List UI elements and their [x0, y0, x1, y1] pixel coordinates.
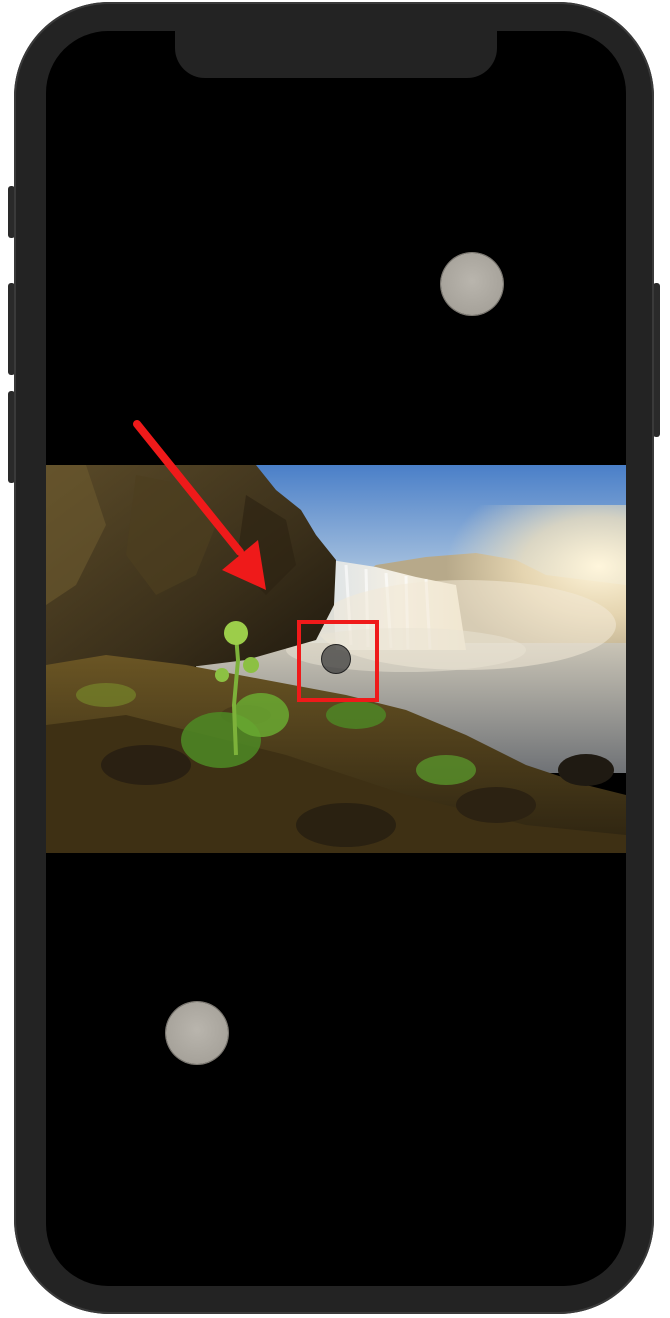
touch-indicator-bottom [166, 1002, 228, 1064]
power-button [653, 283, 660, 437]
tap-indicator [321, 644, 351, 674]
notch [175, 31, 497, 78]
stage [0, 0, 670, 1318]
touch-indicator-top [441, 253, 503, 315]
